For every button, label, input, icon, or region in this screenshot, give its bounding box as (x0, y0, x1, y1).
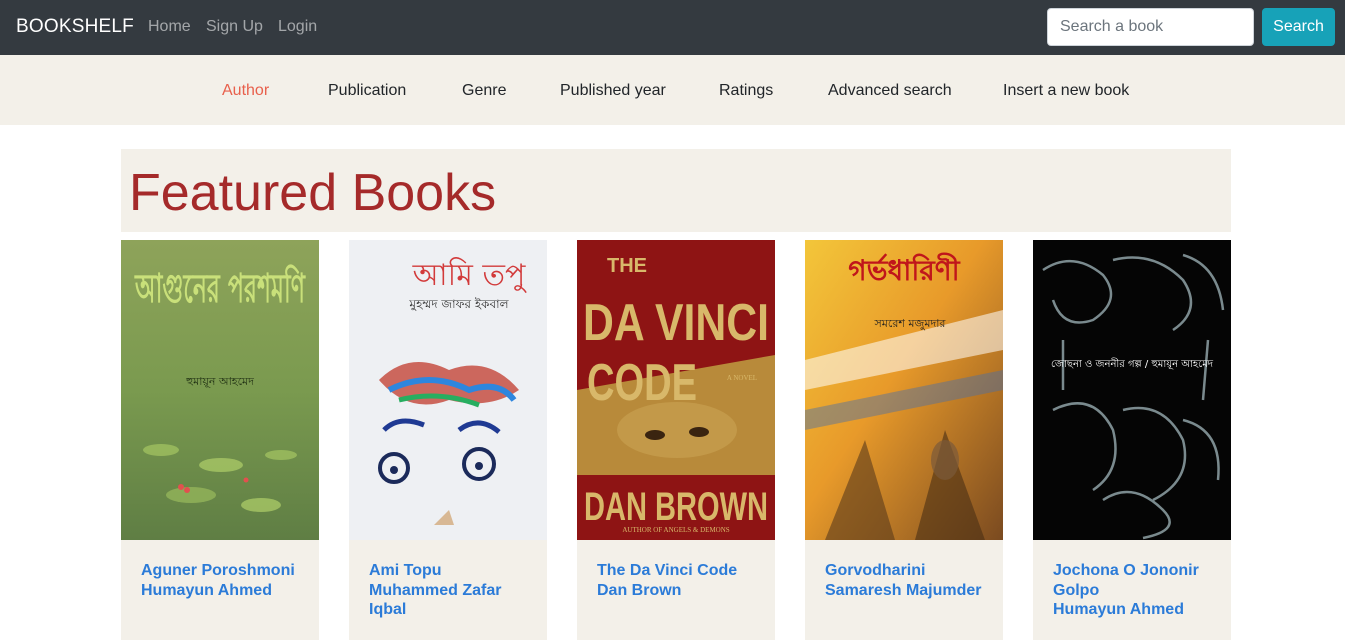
cover-title-text: জোছনা ও জননীর গল্প / হুমায়ূন আহমেদ (1051, 357, 1214, 370)
book-card[interactable]: আগুনের পরশমণি হুমায়ূন আহমেদ Aguner Poro… (121, 240, 319, 640)
book-cover-image[interactable]: আমি তপু মুহম্মদ জাফর ইকবাল (349, 240, 547, 540)
cover-tag-text: A NOVEL (727, 374, 757, 382)
category-nav: Author Publication Genre Published year … (0, 55, 1345, 125)
nav-link-signup[interactable]: Sign Up (206, 18, 263, 36)
book-title-link[interactable]: Ami Topu (369, 561, 534, 581)
book-title-link[interactable]: The Da Vinci Code (597, 561, 762, 581)
search-button[interactable]: Search (1262, 8, 1335, 46)
cover-title-text: গর্ভধারিণী (848, 252, 960, 287)
brand-logo[interactable]: BOOKSHELF (16, 16, 134, 38)
subnav-insert-book[interactable]: Insert a new book (1003, 82, 1129, 100)
top-navbar: BOOKSHELF Home Sign Up Login Search (0, 0, 1345, 55)
book-title-link[interactable]: Gorvodharini (825, 561, 990, 581)
cover-title-text: আগুনের পরশমণি (134, 264, 306, 312)
page-title: Featured Books (129, 164, 497, 222)
book-title-link[interactable]: Jochona O Jononir Golpo (1053, 561, 1218, 600)
book-card[interactable]: THE DA VINCI CODE A NOVEL DAN BROWN AUTH… (577, 240, 775, 640)
book-cover-image[interactable]: THE DA VINCI CODE A NOVEL DAN BROWN AUTH… (577, 240, 775, 540)
cover-title-text: আমি তপু (412, 257, 528, 293)
cover-title-text: CODE (587, 354, 697, 412)
book-author-link[interactable]: Dan Brown (597, 581, 762, 601)
nav-link-login[interactable]: Login (278, 18, 317, 36)
cover-author-text: হুমায়ূন আহমেদ (185, 375, 254, 388)
book-cover-image[interactable]: গর্ভধারিণী সমরেশ মজুমদার (805, 240, 1003, 540)
cover-author-text: মুহম্মদ জাফর ইকবাল (408, 297, 509, 312)
book-author-link[interactable]: Muhammed Zafar Iqbal (369, 581, 534, 620)
book-author-link[interactable]: Humayun Ahmed (1053, 600, 1218, 620)
search-input[interactable] (1047, 8, 1254, 46)
nav-link-home[interactable]: Home (148, 18, 191, 36)
subnav-publication[interactable]: Publication (328, 82, 406, 100)
cover-sub-text: AUTHOR OF ANGELS & DEMONS (622, 526, 729, 534)
cover-author-text: DAN BROWN (584, 485, 768, 529)
book-card[interactable]: গর্ভধারিণী সমরেশ মজুমদার Gorvodharini Sa… (805, 240, 1003, 640)
book-card[interactable]: আমি তপু মুহম্মদ জাফর ইকবাল Ami Topu Muha… (349, 240, 547, 640)
book-cover-image[interactable]: জোছনা ও জননীর গল্প / হুমায়ূন আহমেদ (1033, 240, 1231, 540)
cover-author-text: সমরেশ মজুমদার (874, 317, 947, 330)
book-author-link[interactable]: Samaresh Majumder (825, 581, 990, 601)
subnav-published-year[interactable]: Published year (560, 82, 666, 100)
book-card[interactable]: জোছনা ও জননীর গল্প / হুমায়ূন আহমেদ Joch… (1033, 240, 1231, 640)
subnav-author[interactable]: Author (222, 82, 269, 100)
book-cover-image[interactable]: আগুনের পরশমণি হুমায়ূন আহমেদ (121, 240, 319, 540)
subnav-ratings[interactable]: Ratings (719, 82, 773, 100)
featured-header: Featured Books (121, 149, 1231, 232)
cover-title-text: DA VINCI (583, 294, 769, 352)
book-author-link[interactable]: Humayun Ahmed (141, 581, 306, 601)
book-title-link[interactable]: Aguner Poroshmoni (141, 561, 306, 581)
cover-title-text: THE (607, 255, 647, 277)
subnav-advanced-search[interactable]: Advanced search (828, 82, 952, 100)
subnav-genre[interactable]: Genre (462, 82, 506, 100)
